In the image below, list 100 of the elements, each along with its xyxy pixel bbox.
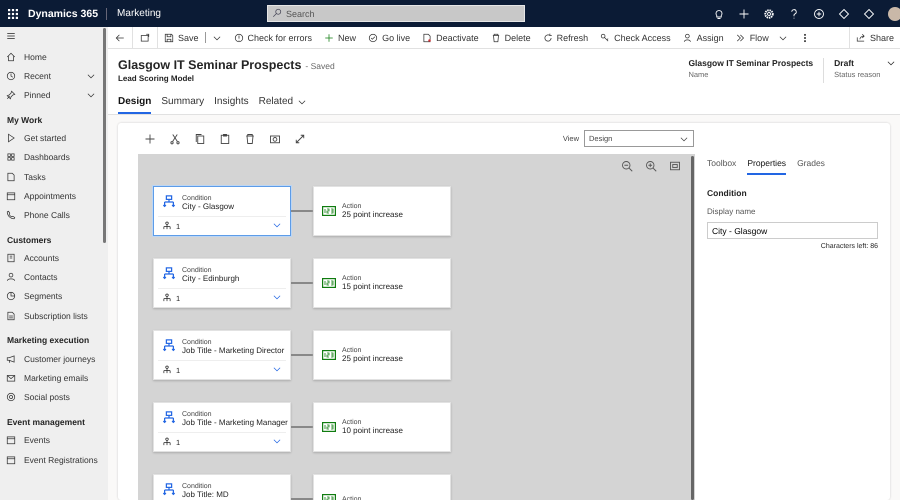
condition-name: City - Glasgow — [182, 202, 234, 211]
display-name-field[interactable]: City - Glasgow — [707, 222, 878, 239]
nav-item[interactable]: Event Registrations — [0, 450, 102, 470]
header-field-value: Glasgow IT Seminar Prospects — [688, 58, 814, 68]
condition-name: City - Edinburgh — [182, 274, 240, 283]
entity-name: Lead Scoring Model — [118, 74, 196, 83]
flowchart-icon — [162, 267, 176, 281]
panel-tab[interactable]: Properties — [747, 158, 786, 175]
hierarchy-icon — [162, 437, 172, 447]
plus-icon — [144, 132, 156, 144]
person-icon — [6, 272, 16, 282]
clipboard-icon — [219, 132, 231, 144]
command-button[interactable]: Assign — [676, 27, 730, 48]
nav-item[interactable]: Accounts — [0, 248, 102, 268]
tab[interactable]: Design — [118, 96, 152, 114]
command-button[interactable]: Save — [158, 27, 228, 48]
house-icon — [6, 52, 16, 62]
plus-icon — [324, 32, 334, 42]
area-name: Marketing — [117, 8, 162, 19]
document-icon — [422, 32, 432, 42]
app-launcher-icon[interactable] — [8, 8, 18, 18]
nav-item[interactable]: Recent — [0, 66, 102, 86]
tab[interactable]: Related — [258, 96, 308, 114]
nav-item[interactable]: Events — [0, 430, 102, 450]
phone-icon — [6, 210, 16, 220]
dashboard-icon — [6, 152, 16, 162]
lightbulb-icon — [713, 8, 725, 20]
nav-item[interactable]: Phone Calls — [0, 205, 102, 224]
flowchart-icon — [162, 339, 176, 353]
menu-icon — [6, 31, 16, 41]
play-icon — [6, 133, 16, 144]
nav-item[interactable]: Marketing emails — [0, 368, 102, 388]
flowchart-icon — [162, 195, 176, 209]
diamond-icon — [838, 8, 850, 20]
action-value: 25 point increase — [342, 354, 403, 363]
action-value: 25 point increase — [342, 210, 403, 219]
number-badge-icon — [322, 278, 336, 288]
person-icon — [682, 32, 693, 42]
command-button[interactable]: Check Access — [594, 27, 677, 48]
trash-icon — [490, 32, 501, 42]
zoom-out-icon — [621, 160, 633, 172]
plus-circle-icon — [813, 8, 825, 20]
nav-item[interactable]: Segments — [0, 286, 102, 306]
hierarchy-icon — [162, 365, 172, 375]
share-icon — [856, 32, 866, 42]
tab[interactable]: Insights — [214, 96, 249, 114]
calendar-icon — [6, 454, 16, 465]
share-button[interactable]: Share — [848, 27, 900, 48]
command-button[interactable]: Delete — [484, 27, 537, 48]
nav-item[interactable]: Tasks — [0, 166, 102, 186]
copy-icon — [194, 132, 206, 144]
field-label: Display name — [707, 207, 756, 216]
command-button[interactable]: New — [318, 27, 362, 48]
refresh-icon — [542, 32, 553, 42]
hierarchy-icon — [162, 293, 172, 303]
nav-item[interactable]: Get started — [0, 128, 102, 148]
command-button[interactable]: Go live — [362, 27, 416, 48]
command-button[interactable]: Refresh — [536, 27, 594, 48]
scissors-icon — [169, 132, 181, 144]
condition-name: Job Title - Marketing Director — [182, 346, 284, 355]
app-name[interactable]: Dynamics 365 — [28, 8, 108, 20]
fit-screen-icon — [669, 160, 681, 172]
nav-group-heading: Event management — [6, 416, 86, 429]
tab[interactable]: Summary — [161, 96, 204, 114]
scrollbar-thumb[interactable] — [691, 156, 694, 500]
nav-item[interactable]: Home — [0, 47, 102, 66]
check-circle-icon — [368, 32, 378, 42]
header-field-value: Draft — [834, 58, 854, 68]
info-circle-icon — [234, 32, 244, 42]
command-button[interactable]: Flow — [730, 27, 794, 48]
nav-item[interactable]: Subscription lists — [0, 306, 102, 326]
zoom-in-icon — [645, 160, 657, 172]
clock-icon — [6, 70, 16, 81]
document-icon — [6, 172, 16, 182]
plus-icon — [738, 8, 750, 20]
key-icon — [600, 32, 610, 42]
panel-tab[interactable]: Toolbox — [707, 158, 736, 175]
user-avatar[interactable] — [888, 6, 900, 20]
nav-item[interactable]: Appointments — [0, 186, 102, 206]
nav-item[interactable]: Customer journeys — [0, 349, 102, 368]
nav-item[interactable]: Pinned — [0, 85, 102, 105]
nav-item[interactable]: Contacts — [0, 268, 102, 287]
command-button[interactable]: Check for errors — [228, 27, 318, 48]
flowchart-icon — [162, 411, 176, 425]
building-icon — [6, 253, 16, 264]
expand-icon — [294, 132, 306, 144]
nav-item[interactable]: Dashboards — [0, 148, 102, 167]
number-badge-icon — [322, 422, 336, 432]
settings-icon — [763, 8, 775, 20]
number-badge-icon — [322, 206, 336, 216]
panel-heading: Condition — [707, 188, 748, 198]
panel-tab[interactable]: Grades — [797, 158, 825, 175]
back-arrow-icon — [115, 32, 125, 42]
diamond-icon — [863, 8, 875, 20]
command-button[interactable]: Deactivate — [416, 27, 485, 48]
search-field[interactable]: Search — [267, 5, 526, 22]
pie-icon — [6, 291, 16, 302]
nav-item[interactable]: Social posts — [0, 388, 102, 407]
hierarchy-icon — [162, 221, 172, 231]
scrollbar-thumb[interactable] — [103, 28, 106, 243]
